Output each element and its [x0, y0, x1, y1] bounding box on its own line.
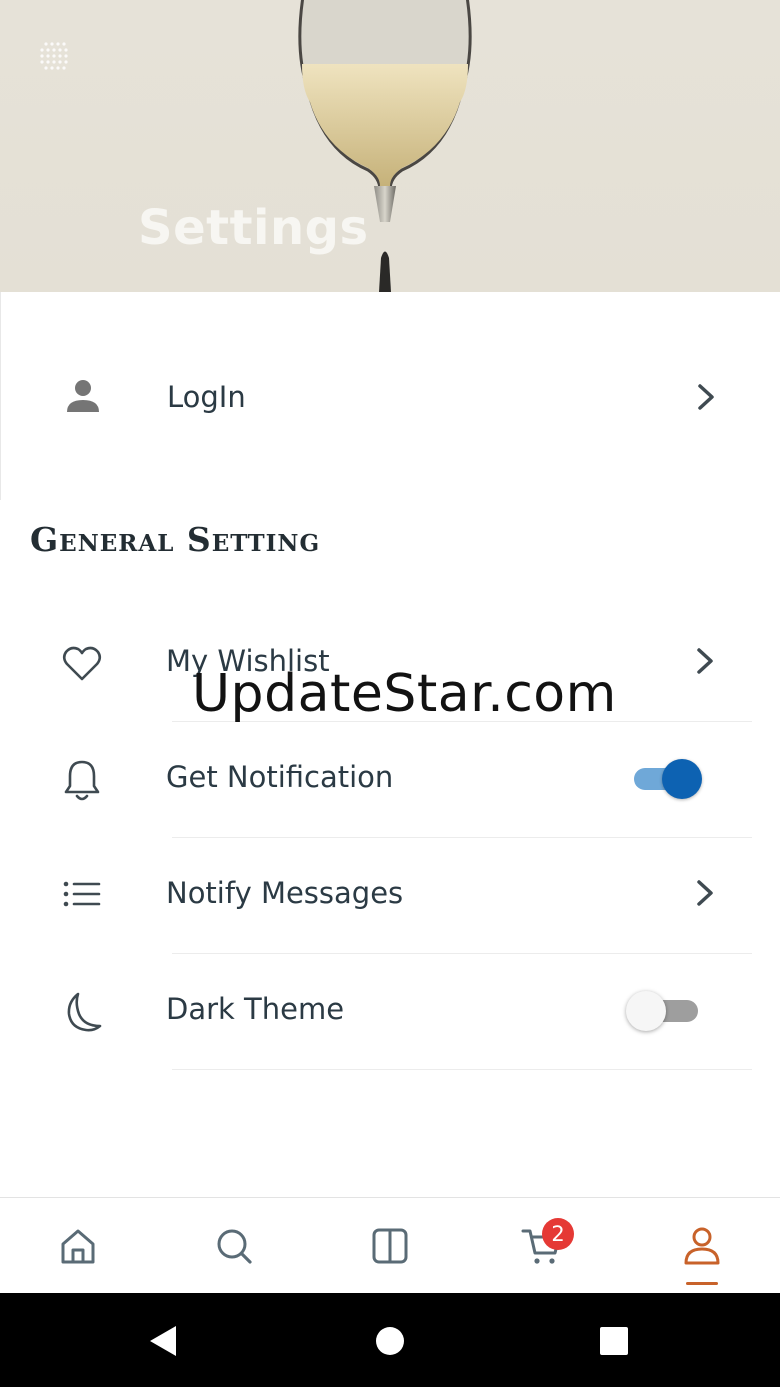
system-nav-bar — [0, 1293, 780, 1387]
recents-icon[interactable] — [596, 1323, 632, 1359]
dark-theme-row: Dark Theme — [0, 954, 780, 1070]
section-title: General Setting — [30, 520, 321, 559]
home-icon[interactable] — [52, 1220, 104, 1272]
notification-label: Get Notification — [166, 760, 394, 794]
moon-icon — [56, 986, 108, 1038]
bell-icon — [56, 754, 108, 806]
messages-label: Notify Messages — [166, 876, 404, 910]
categories-icon[interactable] — [364, 1220, 416, 1272]
dark-theme-toggle[interactable] — [626, 990, 702, 1031]
notification-row: Get Notification — [0, 722, 780, 838]
messages-row[interactable]: Notify Messages — [0, 838, 780, 954]
chevron-right-icon — [698, 384, 714, 410]
bottom-nav: 2 — [0, 1197, 780, 1293]
toggle-knob — [626, 991, 666, 1031]
search-icon[interactable] — [208, 1220, 260, 1272]
profile-icon[interactable] — [676, 1220, 728, 1272]
cart-badge: 2 — [542, 1218, 574, 1250]
chevron-right-icon — [697, 648, 713, 674]
watermark: UpdateStar.com — [192, 664, 617, 724]
login-row[interactable]: LogIn — [0, 292, 780, 500]
grid-menu-icon[interactable] — [36, 36, 72, 72]
heart-icon — [56, 638, 108, 690]
page-title: Settings — [138, 200, 369, 256]
chevron-right-icon — [697, 880, 713, 906]
login-label: LogIn — [167, 380, 246, 414]
toggle-knob — [662, 759, 702, 799]
dark-theme-label: Dark Theme — [166, 992, 345, 1026]
divider — [172, 1069, 752, 1070]
settings-header: Settings — [0, 0, 780, 292]
person-icon — [57, 370, 109, 422]
notification-toggle[interactable] — [630, 758, 702, 799]
list-icon — [56, 868, 108, 920]
home-button-icon[interactable] — [372, 1323, 408, 1359]
back-icon[interactable] — [146, 1323, 182, 1359]
active-tab-indicator — [686, 1282, 718, 1285]
